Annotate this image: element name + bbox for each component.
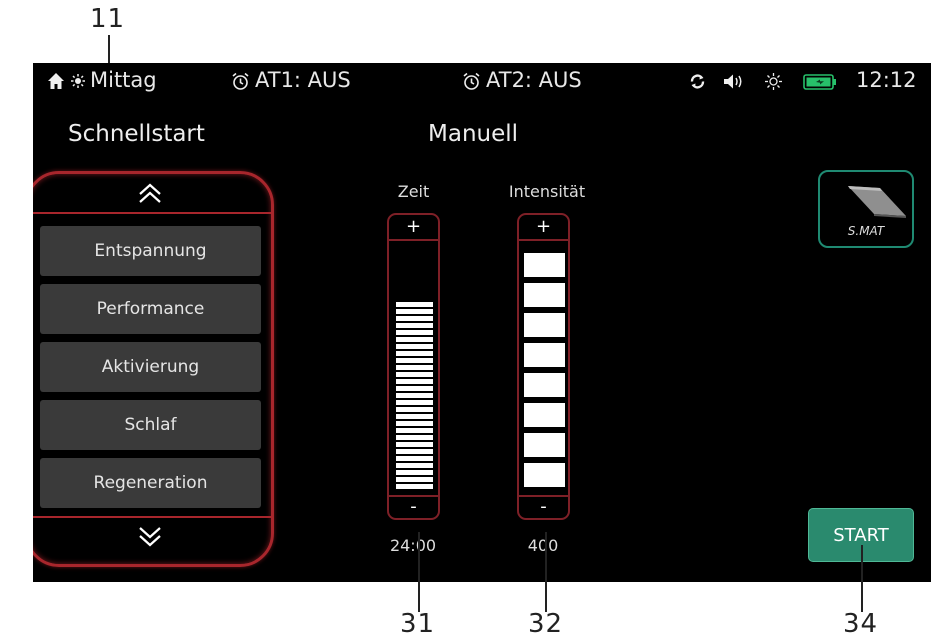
- intensity-level-block: [524, 373, 565, 397]
- callout-11: 11: [90, 4, 126, 34]
- clock-time: 12:12: [856, 68, 917, 92]
- time-level-bar: [396, 302, 433, 307]
- time-level-bar: [396, 400, 433, 405]
- time-level-bar: [396, 484, 433, 489]
- time-level-bar: [396, 456, 433, 461]
- intensity-level-block: [524, 433, 565, 457]
- time-level-bar: [396, 477, 433, 482]
- intensity-minus-button[interactable]: -: [519, 498, 568, 516]
- time-level-bar: [396, 337, 433, 342]
- time-level-bar: [396, 463, 433, 468]
- alarm-clock-icon: [462, 72, 481, 91]
- time-level-bar: [396, 386, 433, 391]
- time-level-bar: [396, 379, 433, 384]
- time-label: Zeit: [397, 182, 430, 201]
- device-screen: Mittag AT1: AUS AT2: AUS 12:12 Schnellst…: [33, 63, 931, 582]
- scroll-up-icon[interactable]: [33, 182, 271, 208]
- time-level-bar: [396, 470, 433, 475]
- intensity-value: 400: [527, 536, 559, 555]
- intensity-level-blocks: [519, 215, 568, 518]
- volume-icon[interactable]: [723, 73, 745, 90]
- time-level-bar: [396, 449, 433, 454]
- intensity-slider[interactable]: + -: [517, 213, 570, 520]
- brightness-icon[interactable]: [765, 73, 782, 90]
- quickstart-item-performance[interactable]: Performance: [40, 284, 261, 334]
- quickstart-list: Entspannung Performance Aktivierung Schl…: [33, 171, 274, 567]
- alarm-clock-icon: [231, 72, 250, 91]
- time-level-bar: [396, 414, 433, 419]
- mode-label: Mittag: [90, 68, 157, 92]
- quickstart-title: Schnellstart: [68, 121, 205, 147]
- time-slider[interactable]: + -: [387, 213, 440, 520]
- intensity-level-block: [524, 403, 565, 427]
- time-level-bar: [396, 309, 433, 314]
- time-level-bar: [396, 428, 433, 433]
- intensity-level-block: [524, 313, 565, 337]
- quickstart-item-aktivierung[interactable]: Aktivierung: [40, 342, 261, 392]
- callout-31-line: [418, 532, 420, 612]
- home-icon[interactable]: [47, 72, 65, 90]
- manual-title: Manuell: [428, 121, 519, 147]
- time-level-bar: [396, 344, 433, 349]
- alarm2-status[interactable]: AT2: AUS: [486, 68, 582, 92]
- time-level-bar: [396, 358, 433, 363]
- intensity-level-block: [524, 283, 565, 307]
- time-level-bar: [396, 365, 433, 370]
- time-level-bar: [396, 316, 433, 321]
- quickstart-item-regeneration[interactable]: Regeneration: [40, 458, 261, 508]
- time-level-bar: [396, 323, 433, 328]
- divider: [33, 212, 271, 214]
- intensity-level-block: [524, 343, 565, 367]
- time-level-bars: [389, 215, 438, 518]
- battery-icon: [803, 74, 837, 90]
- intensity-label: Intensität: [508, 182, 586, 201]
- callout-34: 34: [843, 609, 879, 639]
- time-level-bar: [396, 393, 433, 398]
- time-level-bar: [396, 372, 433, 377]
- quickstart-item-entspannung[interactable]: Entspannung: [40, 226, 261, 276]
- time-level-bar: [396, 421, 433, 426]
- scroll-down-icon[interactable]: [33, 526, 271, 552]
- time-minus-button[interactable]: -: [389, 498, 438, 516]
- callout-32-line: [545, 532, 547, 612]
- time-level-bar: [396, 407, 433, 412]
- divider: [33, 516, 271, 518]
- callout-34-line: [861, 545, 863, 612]
- sync-icon[interactable]: [689, 73, 706, 90]
- callout-31: 31: [400, 609, 436, 639]
- time-level-bar: [396, 351, 433, 356]
- alarm1-status[interactable]: AT1: AUS: [255, 68, 351, 92]
- smat-label: S.MAT: [847, 224, 885, 238]
- sun-icon: [71, 74, 85, 88]
- intensity-level-block: [524, 463, 565, 487]
- intensity-level-block: [524, 253, 565, 277]
- time-level-bar: [396, 435, 433, 440]
- callout-32: 32: [528, 609, 564, 639]
- mat-icon: [848, 186, 906, 218]
- smat-device-button[interactable]: S.MAT: [818, 170, 914, 248]
- status-bar: Mittag AT1: AUS AT2: AUS 12:12: [33, 63, 931, 99]
- time-level-bar: [396, 442, 433, 447]
- time-value: 24:00: [389, 536, 437, 555]
- time-level-bar: [396, 330, 433, 335]
- quickstart-item-schlaf[interactable]: Schlaf: [40, 400, 261, 450]
